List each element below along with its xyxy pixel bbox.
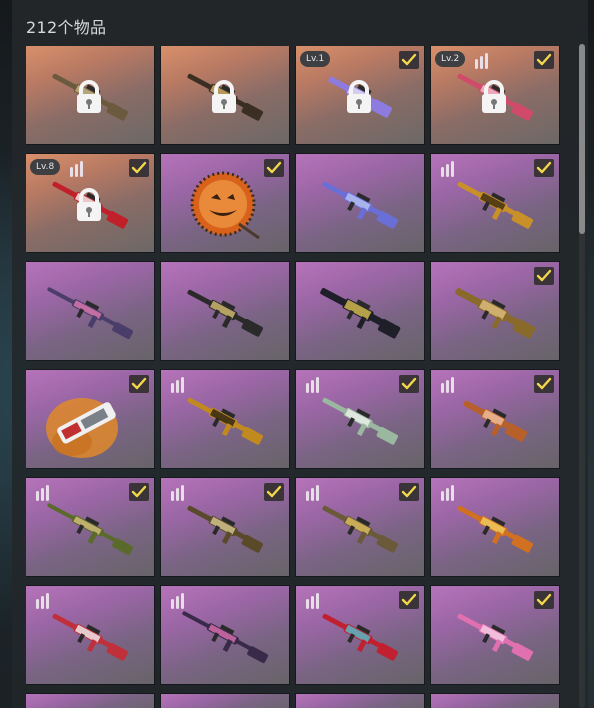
upgrade-tier-icon: [70, 161, 84, 177]
lock-icon: [209, 80, 239, 118]
inventory-item-card[interactable]: [26, 586, 154, 684]
inventory-item-card[interactable]: [161, 46, 289, 144]
inventory-item-card[interactable]: Lv.1: [296, 46, 424, 144]
inventory-item-card[interactable]: [296, 478, 424, 576]
upgrade-tier-icon: [36, 485, 50, 501]
inventory-item-card[interactable]: [161, 370, 289, 468]
lock-icon: [344, 80, 374, 118]
inventory-panel: 212个物品 Lv.1 Lv.2 Lv.8: [12, 0, 588, 708]
upgrade-tier-icon: [306, 593, 320, 609]
upgrade-tier-icon: [441, 377, 455, 393]
upgrade-tier-icon: [171, 377, 185, 393]
inventory-item-card[interactable]: [431, 370, 559, 468]
selected-check-icon[interactable]: [264, 159, 284, 177]
inventory-item-card[interactable]: [431, 694, 559, 708]
weapon-skin-icon: [47, 287, 134, 340]
upgrade-tier-icon: [171, 485, 185, 501]
inventory-item-card[interactable]: [296, 586, 424, 684]
upgrade-tier-icon: [475, 53, 489, 69]
inventory-item-card[interactable]: [161, 478, 289, 576]
level-badge: Lv.8: [30, 159, 61, 175]
selected-check-icon[interactable]: [534, 267, 554, 285]
item-grid: Lv.1 Lv.2 Lv.8: [26, 46, 566, 708]
selected-check-icon[interactable]: [399, 483, 419, 501]
inventory-item-card[interactable]: [431, 586, 559, 684]
lock-icon: [74, 188, 104, 226]
inventory-item-card[interactable]: [26, 478, 154, 576]
level-badge: Lv.1: [300, 51, 331, 67]
upgrade-tier-icon: [441, 485, 455, 501]
inventory-item-card[interactable]: [161, 694, 289, 708]
scrollbar[interactable]: [579, 44, 585, 708]
inventory-item-card[interactable]: [431, 154, 559, 252]
inventory-item-card[interactable]: [26, 370, 154, 468]
selected-check-icon[interactable]: [534, 51, 554, 69]
selected-check-icon[interactable]: [129, 375, 149, 393]
weapon-skin-icon: [322, 181, 399, 229]
selected-check-icon[interactable]: [534, 159, 554, 177]
inventory-item-card[interactable]: Lv.2: [431, 46, 559, 144]
upgrade-tier-icon: [306, 485, 320, 501]
inventory-item-card[interactable]: [26, 262, 154, 360]
inventory-item-card[interactable]: [431, 478, 559, 576]
upgrade-tier-icon: [306, 377, 320, 393]
selected-check-icon[interactable]: [129, 159, 149, 177]
selected-check-icon[interactable]: [534, 591, 554, 609]
item-count-label: 212个物品: [26, 18, 107, 37]
inventory-item-card[interactable]: [161, 154, 289, 252]
selected-check-icon[interactable]: [399, 591, 419, 609]
inventory-item-card[interactable]: [296, 694, 424, 708]
level-badge: Lv.2: [435, 51, 466, 67]
selected-check-icon[interactable]: [399, 51, 419, 69]
inventory-item-card[interactable]: [161, 262, 289, 360]
upgrade-tier-icon: [171, 593, 185, 609]
inventory-item-card[interactable]: [26, 46, 154, 144]
selected-check-icon[interactable]: [399, 375, 419, 393]
inventory-item-card[interactable]: [296, 370, 424, 468]
selected-check-icon[interactable]: [534, 375, 554, 393]
upgrade-tier-icon: [36, 593, 50, 609]
selected-check-icon[interactable]: [264, 483, 284, 501]
inventory-item-card[interactable]: [161, 586, 289, 684]
lock-icon: [74, 80, 104, 118]
weapon-skin-icon: [320, 287, 401, 339]
selected-check-icon[interactable]: [129, 483, 149, 501]
inventory-item-card[interactable]: Lv.8: [26, 154, 154, 252]
scrollbar-thumb[interactable]: [579, 44, 585, 234]
inventory-item-card[interactable]: [26, 694, 154, 708]
inventory-item-card[interactable]: [296, 262, 424, 360]
upgrade-tier-icon: [441, 161, 455, 177]
weapon-skin-icon: [187, 289, 264, 337]
inventory-item-card[interactable]: [431, 262, 559, 360]
lock-icon: [479, 80, 509, 118]
inventory-item-card[interactable]: [296, 154, 424, 252]
